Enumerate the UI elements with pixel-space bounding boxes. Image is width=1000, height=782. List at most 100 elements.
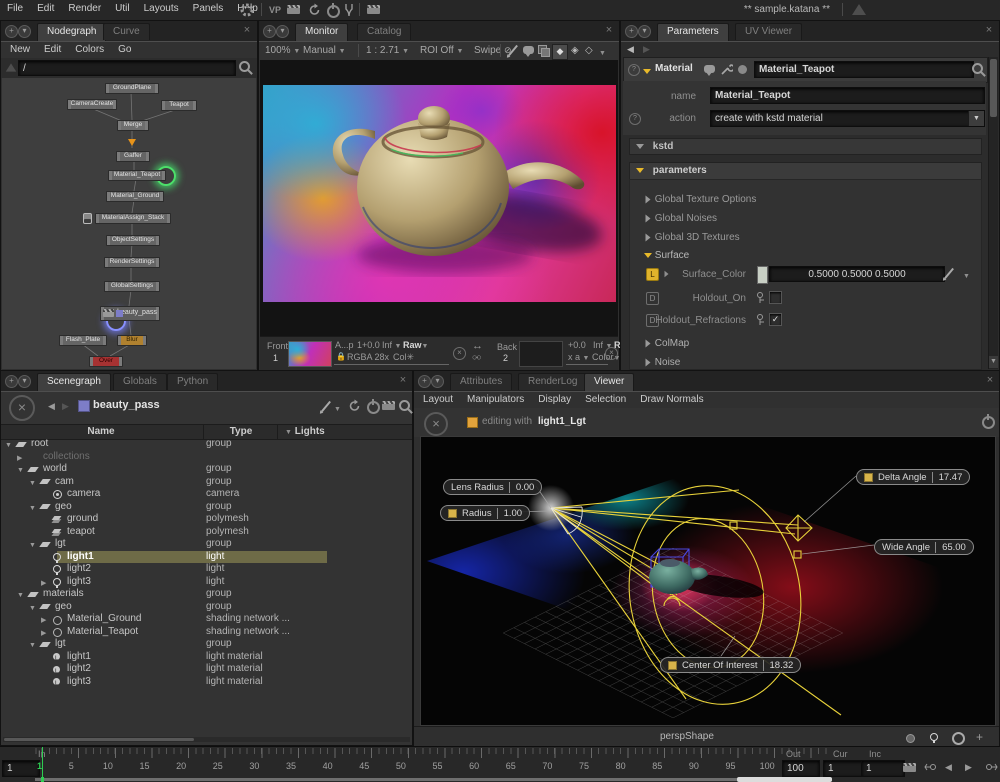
help-icon[interactable]: ? — [628, 64, 640, 76]
tree-node-name[interactable]: world — [43, 463, 67, 475]
node-materialassign_stack[interactable]: MaterialAssign_Stack — [95, 213, 171, 224]
column-type[interactable]: Type — [211, 426, 271, 437]
node-rendersettings[interactable]: RenderSettings — [104, 257, 160, 268]
node-gaffer[interactable]: Gaffer — [116, 151, 150, 162]
tree-row-materials[interactable]: ▼materialsgroup — [1, 588, 412, 601]
node-blur[interactable]: Blur — [117, 335, 147, 346]
tree-row-geo[interactable]: ▼geogroup — [1, 501, 412, 514]
back-thumbnail[interactable] — [519, 341, 563, 367]
tree-node-name[interactable]: camera — [67, 488, 100, 500]
viewer-menu-manipulators[interactable]: Manipulators — [460, 392, 531, 408]
tree-node-name[interactable]: light1 — [67, 551, 94, 563]
scrollbar[interactable]: ▼ — [988, 57, 998, 369]
hud-lens-radius[interactable]: Lens Radius0.00 — [443, 479, 542, 495]
close-icon[interactable]: × — [603, 25, 615, 37]
front-col-label[interactable]: Col✳ — [393, 352, 414, 363]
tab-uv-viewer[interactable]: UV Viewer — [735, 23, 802, 40]
panel-plus-icon[interactable]: + — [263, 25, 276, 38]
link-icon[interactable]: ○-○ — [472, 352, 480, 362]
viewport-3d[interactable]: Lens Radius0.00Radius1.00Delta Angle17.4… — [421, 437, 995, 725]
back-exposure[interactable]: +0.0 — [568, 340, 586, 350]
chevron-down-icon[interactable]: ▼ — [963, 270, 970, 281]
search-icon[interactable] — [399, 400, 410, 411]
front-channels[interactable]: RGBA 28x — [347, 352, 389, 362]
tree-row-geo[interactable]: ▼geogroup — [1, 601, 412, 614]
tab-parameters[interactable]: Parameters — [657, 23, 729, 41]
lamp-toggle-icon[interactable] — [756, 313, 766, 326]
power-icon[interactable] — [327, 5, 340, 18]
tab-python[interactable]: Python — [167, 373, 218, 390]
tab-scenegraph[interactable]: Scenegraph — [37, 373, 111, 391]
noise-group[interactable]: Noise — [644, 357, 680, 368]
dropdown-arrow-icon[interactable]: ▼ — [968, 111, 984, 126]
parameters-group[interactable]: parameters — [629, 162, 982, 180]
viewer-menu-layout[interactable]: Layout — [416, 392, 460, 408]
tree-row-collections[interactable]: ▶collections — [1, 451, 412, 464]
comment-icon[interactable] — [523, 46, 534, 54]
inc-field[interactable]: 1 — [861, 760, 905, 777]
node-teapot[interactable]: Teapot — [161, 100, 197, 111]
tree-row-lgt[interactable]: ▼lgtgroup — [1, 538, 412, 551]
tree-row-Material_Ground[interactable]: ▶Material_Groundshading network ... — [1, 613, 412, 626]
node-over[interactable]: Over — [89, 356, 123, 367]
panel-plus-icon[interactable]: + — [5, 25, 18, 38]
tree-node-name[interactable]: light2 — [67, 563, 91, 575]
scrollbar-thumb[interactable] — [4, 738, 194, 741]
name-field[interactable]: Material_Teapot — [710, 87, 985, 104]
search-icon[interactable] — [972, 63, 983, 74]
tree-node-name[interactable]: materials — [43, 588, 84, 600]
tree-row-cam[interactable]: ▼camgroup — [1, 476, 412, 489]
surface-group[interactable]: Surface — [644, 250, 689, 261]
menu-edit[interactable]: Edit — [30, 3, 61, 14]
tab-attributes[interactable]: Attributes — [450, 373, 512, 390]
aperture-icon[interactable] — [952, 732, 965, 745]
refresh-icon[interactable] — [308, 3, 321, 16]
tree-node-name[interactable]: light1 — [67, 651, 91, 663]
tab-renderlog[interactable]: RenderLog — [518, 373, 587, 390]
node-merge[interactable]: Merge — [117, 120, 149, 131]
horizontal-scrollbar[interactable] — [3, 737, 410, 742]
clear-working-set-icon[interactable]: × — [9, 395, 35, 421]
tree-node-name[interactable]: Material_Teapot — [67, 626, 138, 638]
viewer-menu-display[interactable]: Display — [531, 392, 578, 408]
tree-node-name[interactable]: lgt — [55, 538, 66, 550]
tree-row-teapot[interactable]: teapotpolymesh — [1, 526, 412, 539]
front-exposure[interactable]: 1+0.0 — [357, 340, 380, 350]
step-forward-icon[interactable]: ▶ — [965, 762, 972, 773]
tree-node-name[interactable]: light3 — [67, 676, 91, 688]
pan-tool-icon[interactable]: ◆ — [552, 44, 568, 60]
tree-row-light1[interactable]: light1light — [1, 551, 412, 564]
nodegraph-canvas[interactable]: GroundPlaneCameraCreateTeapotMergeGaffer… — [2, 78, 256, 369]
tree-row-world[interactable]: ▼worldgroup — [1, 463, 412, 476]
tree-row-camera[interactable]: cameracamera — [1, 488, 412, 501]
colmap-group[interactable]: ColMap — [644, 338, 689, 349]
hud-radius[interactable]: Radius1.00 — [440, 505, 530, 521]
tree-row-light2[interactable]: light2light material — [1, 663, 412, 676]
tab-viewer[interactable]: Viewer — [584, 373, 634, 391]
timeline-major-ticks[interactable] — [35, 748, 832, 758]
render-slate-icon[interactable] — [287, 5, 300, 14]
flipbook-icon[interactable] — [903, 763, 916, 772]
expand-icon[interactable] — [664, 270, 669, 281]
menu-render[interactable]: Render — [61, 3, 108, 14]
close-icon[interactable]: × — [984, 375, 996, 387]
search-icon[interactable] — [239, 61, 250, 72]
vp-label[interactable]: VP — [269, 5, 281, 15]
panel-menu-icon[interactable]: ▾ — [276, 25, 289, 38]
forward-icon[interactable]: ▶ — [62, 401, 69, 412]
hud-center-of-interest[interactable]: Center Of Interest18.32 — [660, 657, 801, 673]
help-icon[interactable]: ? — [629, 113, 641, 125]
group-global-texture-options[interactable]: Global Texture Options — [644, 194, 756, 205]
render-slate-icon-2[interactable] — [367, 5, 380, 14]
viewer-menu-draw-normals[interactable]: Draw Normals — [633, 392, 710, 408]
tree-row-light3[interactable]: light3light material — [1, 676, 412, 689]
tree-node-name[interactable]: light2 — [67, 663, 91, 675]
tree-row-Material_Teapot[interactable]: ▶Material_Teapotshading network ... — [1, 626, 412, 639]
node-cameracreate[interactable]: CameraCreate — [67, 99, 117, 110]
back-icon[interactable]: ◀ — [48, 401, 55, 412]
tree-node-name[interactable]: ground — [67, 513, 98, 525]
tab-curve[interactable]: Curve — [103, 23, 150, 40]
surface-color-values[interactable]: 0.5000 0.5000 0.5000 — [769, 266, 945, 282]
nodegraph-menu-new[interactable]: New — [3, 42, 37, 58]
scrollbar-down-icon[interactable]: ▼ — [989, 356, 998, 368]
